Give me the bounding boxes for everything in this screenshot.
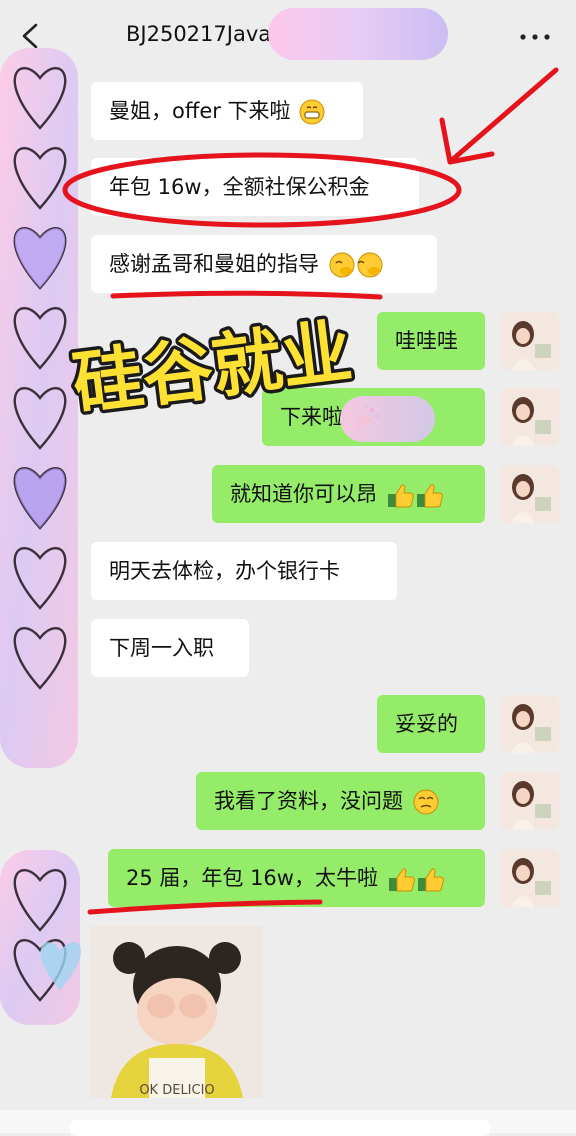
caption-text: 硅谷就业 — [68, 310, 356, 426]
more-options-icon[interactable] — [520, 34, 550, 40]
crying-child-photo: OK DELICIO — [91, 926, 263, 1098]
girl-avatar-icon — [501, 465, 559, 523]
message-text: 感谢孟哥和曼姐的指导 — [109, 252, 319, 276]
grin-icon — [299, 99, 325, 125]
girl-avatar-icon — [501, 849, 559, 907]
message-text: 年包 16w，全额社保公积金 — [109, 175, 370, 199]
message-input[interactable] — [70, 1120, 490, 1136]
privacy-mask — [268, 8, 448, 60]
back-arrow-icon[interactable] — [18, 22, 42, 50]
avatar[interactable] — [501, 772, 559, 830]
underline — [110, 290, 383, 300]
message-text: 25 届，年包 16w，太牛啦 — [126, 866, 378, 890]
highlight-arrow — [449, 67, 559, 163]
message-text: 明天去体检，办个银行卡 — [109, 559, 340, 583]
avatar-privacy-mask — [0, 850, 81, 1025]
chat-title: BJ250217Java — [126, 22, 272, 46]
message-bubble[interactable]: 我看了资料，没问题 — [196, 772, 485, 830]
message-text: 妥妥的 — [395, 712, 458, 736]
avatar[interactable] — [501, 388, 559, 446]
girl-avatar-icon — [501, 695, 559, 753]
message-bubble[interactable]: 就知道你可以昂 — [212, 465, 485, 523]
image-message[interactable]: OK DELICIO — [91, 926, 263, 1098]
avatar[interactable] — [501, 465, 559, 523]
thumbs-up-icon — [388, 868, 444, 892]
message-bubble[interactable]: 年包 16w，全额社保公积金 — [91, 158, 419, 216]
message-text: 哇哇哇 — [395, 329, 458, 353]
message-bubble[interactable]: 曼姐，offer 下来啦 — [91, 82, 363, 140]
girl-avatar-icon — [501, 312, 559, 370]
salute-icon — [329, 252, 383, 278]
girl-avatar-icon — [501, 772, 559, 830]
message-text: 下周一入职 — [109, 636, 214, 660]
thumbs-up-icon — [387, 484, 443, 508]
message-bubble[interactable]: 哇哇哇 — [377, 312, 485, 370]
message-text: 就知道你可以昂 — [230, 482, 377, 506]
thinking-icon — [413, 789, 439, 815]
avatar[interactable] — [501, 695, 559, 753]
message-text: 我看了资料，没问题 — [214, 789, 403, 813]
avatar[interactable] — [501, 849, 559, 907]
message-text: 曼姐，offer 下来啦 — [109, 99, 291, 123]
avatar[interactable] — [501, 312, 559, 370]
message-bubble[interactable]: 25 届，年包 16w，太牛啦 — [108, 849, 485, 907]
girl-avatar-icon — [501, 388, 559, 446]
shirt-text: OK DELICIO — [139, 1083, 214, 1098]
message-bubble[interactable]: 妥妥的 — [377, 695, 485, 753]
message-bubble[interactable]: 下周一入职 — [91, 619, 249, 677]
caption-overlay: 硅谷就业 — [65, 307, 360, 430]
message-bubble[interactable]: 明天去体检，办个银行卡 — [91, 542, 397, 600]
message-bubble[interactable]: 感谢孟哥和曼姐的指导 — [91, 235, 437, 293]
